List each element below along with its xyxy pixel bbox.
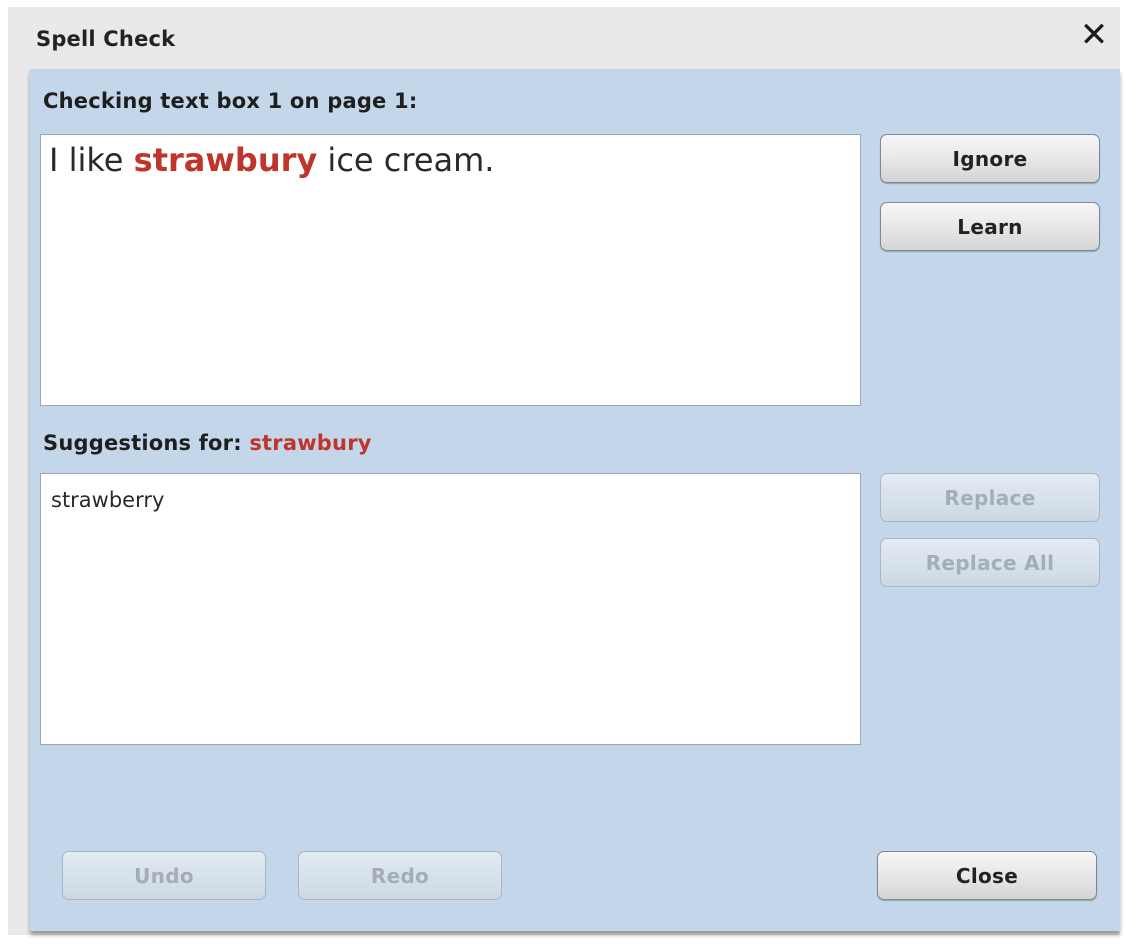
spell-check-dialog: Spell Check ✕ Checking text box 1 on pag…: [8, 7, 1120, 935]
checking-label: Checking text box 1 on page 1:: [43, 89, 418, 113]
misspelled-word: strawbury: [133, 141, 318, 179]
redo-button[interactable]: Redo: [298, 851, 502, 900]
dialog-title: Spell Check: [36, 27, 176, 51]
undo-button[interactable]: Undo: [62, 851, 266, 900]
text-after: ice cream.: [317, 141, 495, 179]
suggestions-label: Suggestions for: strawbury: [43, 431, 372, 455]
text-before: I like: [49, 141, 134, 179]
checked-text-box[interactable]: I like strawbury ice cream.: [40, 134, 861, 406]
close-button[interactable]: Close: [877, 851, 1097, 900]
replace-all-button[interactable]: Replace All: [880, 538, 1100, 587]
ignore-button[interactable]: Ignore: [880, 134, 1100, 183]
close-icon[interactable]: ✕: [1076, 17, 1112, 53]
suggestions-label-prefix: Suggestions for:: [43, 431, 250, 455]
learn-button[interactable]: Learn: [880, 202, 1100, 251]
suggestions-word: strawbury: [249, 431, 372, 455]
spell-check-panel: Checking text box 1 on page 1: I like st…: [30, 69, 1120, 931]
suggestions-list[interactable]: strawberry: [40, 473, 861, 745]
replace-button[interactable]: Replace: [880, 473, 1100, 522]
suggestion-item[interactable]: strawberry: [49, 486, 852, 514]
